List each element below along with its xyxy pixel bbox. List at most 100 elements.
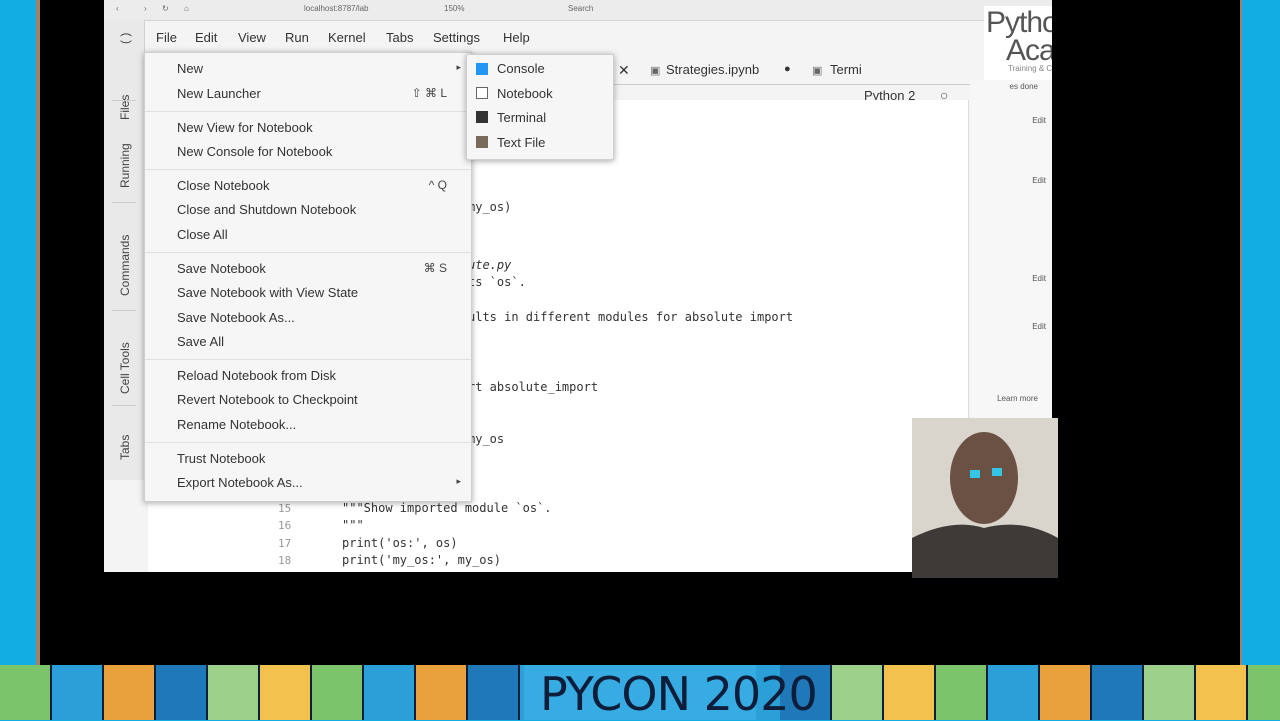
code-line: print('os:', os) <box>342 536 458 550</box>
terminal-tab-icon: ▣ <box>812 65 823 77</box>
shortcut-label: ⇧ ⌘ L <box>411 86 447 100</box>
edit-link[interactable]: Edit <box>1032 116 1046 125</box>
banner-pattern-tile <box>208 665 260 720</box>
banner-pattern-tile <box>52 665 104 720</box>
shortcut-label: ^ Q <box>428 178 447 192</box>
banner-pattern-tile <box>468 665 520 720</box>
search-field[interactable]: Search <box>568 4 593 13</box>
menu-item-export[interactable]: Export Notebook As... <box>177 475 303 490</box>
submenu-arrow-icon: ▸ <box>456 62 461 72</box>
console-icon <box>476 63 488 75</box>
reload-icon[interactable]: ↻ <box>162 4 169 13</box>
menu-view[interactable]: View <box>238 30 266 45</box>
banner-pattern-tile <box>1144 665 1196 720</box>
code-line: my_os) <box>468 200 512 214</box>
code-line: ts `os`. <box>468 275 526 289</box>
edit-link[interactable]: Edit <box>1032 176 1046 185</box>
menu-item-save-notebook[interactable]: Save Notebook <box>177 261 266 276</box>
menu-item-save-as[interactable]: Save Notebook As... <box>177 310 295 325</box>
line-number: 17 <box>278 537 292 550</box>
submenu-arrow-icon: ▸ <box>456 476 461 486</box>
banner-pattern-tile <box>988 665 1040 720</box>
banner-pattern-tile <box>312 665 364 720</box>
menu-help[interactable]: Help <box>503 30 530 45</box>
url-field[interactable]: localhost:8787/lab <box>304 4 369 13</box>
menu-item-new-console[interactable]: New Console for Notebook <box>177 144 332 159</box>
code-line: rt absolute_import <box>468 380 599 394</box>
speaker-photo <box>912 418 1058 578</box>
notebook-icon: ▣ <box>650 65 661 77</box>
unsaved-dot-icon[interactable]: ● <box>784 63 791 75</box>
zoom-level: 150% <box>444 4 465 13</box>
menu-edit[interactable]: Edit <box>195 30 217 45</box>
menu-settings[interactable]: Settings <box>433 30 480 45</box>
menu-item-close-notebook[interactable]: Close Notebook <box>177 178 270 193</box>
edit-link[interactable]: Edit <box>1032 274 1046 283</box>
terminal-icon <box>476 111 488 123</box>
code-line: ults in different modules for absolute i… <box>468 310 794 324</box>
submenu-item-terminal[interactable]: Terminal <box>497 110 546 125</box>
banner-pattern-tile <box>0 665 52 720</box>
menu-separator <box>145 169 471 170</box>
submenu-item-text-file[interactable]: Text File <box>497 135 545 150</box>
code-line: print('my_os:', my_os) <box>342 553 501 567</box>
menu-item-new-view[interactable]: New View for Notebook <box>177 120 313 135</box>
banner-pattern-tile <box>1196 665 1248 720</box>
menu-item-trust[interactable]: Trust Notebook <box>177 451 265 466</box>
done-label: es done <box>1009 82 1038 91</box>
submenu-item-notebook[interactable]: Notebook <box>497 86 553 101</box>
notebook-icon <box>476 87 488 99</box>
sidebar-divider <box>112 405 136 406</box>
code-line: """ <box>342 518 364 532</box>
menu-bar: File Edit View Run Kernel Tabs Settings … <box>104 24 1052 52</box>
menu-file[interactable]: File <box>156 30 177 45</box>
back-icon[interactable]: ‹ <box>116 4 119 13</box>
left-sidebar: ( ) Files Running Commands Cell Tools Ta… <box>104 20 145 480</box>
menu-separator <box>145 111 471 112</box>
file-menu: New ▸ New Launcher ⇧ ⌘ L New View for No… <box>144 52 472 502</box>
banner-pattern-tile <box>416 665 468 720</box>
new-submenu: Console Notebook Terminal Text File <box>466 54 614 160</box>
banner-pattern-tile <box>1248 665 1280 720</box>
speaker-webcam <box>912 418 1058 578</box>
menu-item-close-all[interactable]: Close All <box>177 227 228 242</box>
banner-pattern-tile <box>1040 665 1092 720</box>
text-file-icon <box>476 136 488 148</box>
menu-item-revert[interactable]: Revert Notebook to Checkpoint <box>177 392 358 407</box>
sidebar-divider <box>112 100 136 101</box>
python-academy-logo: Python ››› Academy Training & Consulting <box>984 6 1052 80</box>
home-icon[interactable]: ⌂ <box>184 4 189 13</box>
menu-item-save-all[interactable]: Save All <box>177 334 224 349</box>
banner-pattern-tile <box>832 665 884 720</box>
menu-separator <box>145 359 471 360</box>
line-number: 15 <box>278 502 292 515</box>
forward-icon[interactable]: › <box>144 4 147 13</box>
banner-pattern-tile <box>156 665 208 720</box>
menu-separator <box>145 252 471 253</box>
tab-terminal[interactable]: Termi <box>830 62 862 77</box>
document-tab-bar: ✕ ▣ Strategies.ipynb ● ▣ Termi <box>604 56 984 85</box>
code-line: ute.py <box>468 258 512 272</box>
edit-link[interactable]: Edit <box>1032 322 1046 331</box>
tab-strategies-notebook[interactable]: Strategies.ipynb <box>666 62 759 77</box>
browser-toolbar: ‹ › ↻ ⌂ localhost:8787/lab 150% Search <box>104 0 1052 21</box>
banner-pattern-tile <box>936 665 988 720</box>
menu-item-new[interactable]: New <box>177 61 203 76</box>
menu-separator <box>145 442 471 443</box>
menu-item-rename[interactable]: Rename Notebook... <box>177 417 296 432</box>
code-line: my_os <box>468 432 505 446</box>
learn-more-link[interactable]: Learn more <box>997 394 1038 403</box>
menu-item-new-launcher[interactable]: New Launcher <box>177 86 261 101</box>
menu-item-save-view-state[interactable]: Save Notebook with View State <box>177 285 358 300</box>
menu-kernel[interactable]: Kernel <box>328 30 366 45</box>
menu-run[interactable]: Run <box>285 30 309 45</box>
banner-pattern-tile <box>364 665 416 720</box>
menu-item-close-shutdown[interactable]: Close and Shutdown Notebook <box>177 202 356 217</box>
close-icon[interactable]: ✕ <box>618 62 630 79</box>
menu-tabs[interactable]: Tabs <box>386 30 413 45</box>
menu-item-reload[interactable]: Reload Notebook from Disk <box>177 368 336 383</box>
banner-pattern-tile <box>1092 665 1144 720</box>
submenu-item-console[interactable]: Console <box>497 61 545 76</box>
banner-pattern-tile <box>884 665 936 720</box>
code-line: """Show imported module `os`. <box>342 501 552 515</box>
